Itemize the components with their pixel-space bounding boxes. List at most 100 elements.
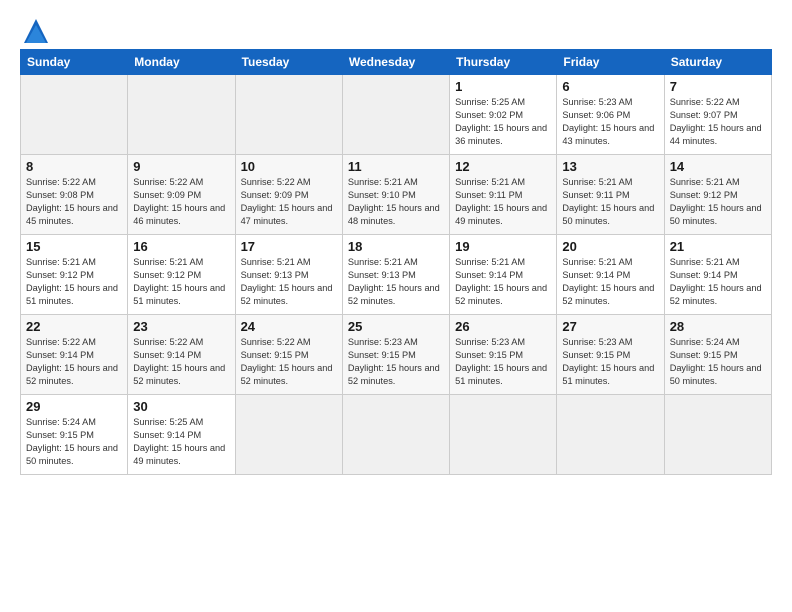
day-number: 19 [455,239,551,254]
calendar-page: SundayMondayTuesdayWednesdayThursdayFrid… [0,0,792,612]
day-info: Sunrise: 5:22 AMSunset: 9:09 PMDaylight:… [133,177,225,226]
header [20,15,772,43]
day-number: 18 [348,239,444,254]
day-info: Sunrise: 5:21 AMSunset: 9:11 PMDaylight:… [562,177,654,226]
day-number: 16 [133,239,229,254]
calendar-cell [21,75,128,155]
calendar-cell: 21Sunrise: 5:21 AMSunset: 9:14 PMDayligh… [664,235,771,315]
day-number: 7 [670,79,766,94]
calendar-cell: 28Sunrise: 5:24 AMSunset: 9:15 PMDayligh… [664,315,771,395]
calendar-cell: 25 Sunrise: 5:23 AMSunset: 9:15 PMDayligh… [342,315,449,395]
day-info: Sunrise: 5:21 AMSunset: 9:12 PMDaylight:… [670,177,762,226]
calendar-week-2: 15 Sunrise: 5:21 AMSunset: 9:12 PMDayligh… [21,235,772,315]
day-info: Sunrise: 5:22 AMSunset: 9:08 PMDaylight:… [26,177,118,226]
calendar-cell [557,395,664,475]
calendar-cell: 16Sunrise: 5:21 AMSunset: 9:12 PMDayligh… [128,235,235,315]
weekday-header-wednesday: Wednesday [342,50,449,75]
day-number: 8 [26,159,122,174]
calendar-cell: 14 Sunrise: 5:21 AMSunset: 9:12 PMDayligh… [664,155,771,235]
calendar-cell: 23 Sunrise: 5:22 AMSunset: 9:14 PMDayligh… [128,315,235,395]
weekday-header-saturday: Saturday [664,50,771,75]
day-info: Sunrise: 5:21 AMSunset: 9:13 PMDaylight:… [348,257,440,306]
day-info: Sunrise: 5:25 AMSunset: 9:02 PMDaylight:… [455,97,547,146]
calendar-cell: 1 Sunrise: 5:25 AMSunset: 9:02 PMDaylight… [450,75,557,155]
calendar-cell: 6 Sunrise: 5:23 AMSunset: 9:06 PMDaylight… [557,75,664,155]
calendar-cell: 17 Sunrise: 5:21 AMSunset: 9:13 PMDayligh… [235,235,342,315]
calendar-week-1: 8 Sunrise: 5:22 AMSunset: 9:08 PMDaylight… [21,155,772,235]
calendar-cell: 12 Sunrise: 5:21 AMSunset: 9:11 PMDayligh… [450,155,557,235]
calendar-cell: 10 Sunrise: 5:22 AMSunset: 9:09 PMDayligh… [235,155,342,235]
calendar-cell: 22 Sunrise: 5:22 AMSunset: 9:14 PMDayligh… [21,315,128,395]
day-info: Sunrise: 5:21 AMSunset: 9:13 PMDaylight:… [241,257,333,306]
calendar-cell: 11 Sunrise: 5:21 AMSunset: 9:10 PMDayligh… [342,155,449,235]
day-info: Sunrise: 5:24 AMSunset: 9:15 PMDaylight:… [26,417,118,466]
calendar-cell: 30 Sunrise: 5:25 AMSunset: 9:14 PMDayligh… [128,395,235,475]
weekday-header-tuesday: Tuesday [235,50,342,75]
day-number: 25 [348,319,444,334]
day-info: Sunrise: 5:22 AMSunset: 9:15 PMDaylight:… [241,337,333,386]
day-number: 9 [133,159,229,174]
logo [20,15,52,43]
day-info: Sunrise: 5:21 AMSunset: 9:11 PMDaylight:… [455,177,547,226]
day-info: Sunrise: 5:21 AMSunset: 9:10 PMDaylight:… [348,177,440,226]
day-number: 10 [241,159,337,174]
day-number: 30 [133,399,229,414]
calendar-cell: 7 Sunrise: 5:22 AMSunset: 9:07 PMDaylight… [664,75,771,155]
weekday-header-row: SundayMondayTuesdayWednesdayThursdayFrid… [21,50,772,75]
weekday-header-thursday: Thursday [450,50,557,75]
day-info: Sunrise: 5:22 AMSunset: 9:14 PMDaylight:… [133,337,225,386]
day-number: 1 [455,79,551,94]
calendar-cell: 29 Sunrise: 5:24 AMSunset: 9:15 PMDayligh… [21,395,128,475]
calendar-cell: 15 Sunrise: 5:21 AMSunset: 9:12 PMDayligh… [21,235,128,315]
calendar-cell: 27 Sunrise: 5:23 AMSunset: 9:15 PMDayligh… [557,315,664,395]
calendar-cell: 24 Sunrise: 5:22 AMSunset: 9:15 PMDayligh… [235,315,342,395]
calendar-cell: 9 Sunrise: 5:22 AMSunset: 9:09 PMDaylight… [128,155,235,235]
day-number: 29 [26,399,122,414]
day-info: Sunrise: 5:21 AMSunset: 9:14 PMDaylight:… [455,257,547,306]
calendar-cell [342,395,449,475]
day-number: 11 [348,159,444,174]
weekday-header-sunday: Sunday [21,50,128,75]
calendar-week-0: 1 Sunrise: 5:25 AMSunset: 9:02 PMDaylight… [21,75,772,155]
calendar-cell [450,395,557,475]
weekday-header-monday: Monday [128,50,235,75]
day-info: Sunrise: 5:22 AMSunset: 9:07 PMDaylight:… [670,97,762,146]
day-number: 6 [562,79,658,94]
day-info: Sunrise: 5:24 AMSunset: 9:15 PMDaylight:… [670,337,762,386]
day-number: 12 [455,159,551,174]
calendar-cell [664,395,771,475]
day-info: Sunrise: 5:25 AMSunset: 9:14 PMDaylight:… [133,417,225,466]
day-info: Sunrise: 5:22 AMSunset: 9:14 PMDaylight:… [26,337,118,386]
calendar-cell [235,395,342,475]
day-number: 17 [241,239,337,254]
day-number: 13 [562,159,658,174]
weekday-header-friday: Friday [557,50,664,75]
calendar-table: SundayMondayTuesdayWednesdayThursdayFrid… [20,49,772,475]
day-info: Sunrise: 5:23 AMSunset: 9:15 PMDaylight:… [562,337,654,386]
calendar-cell: 13 Sunrise: 5:21 AMSunset: 9:11 PMDayligh… [557,155,664,235]
day-info: Sunrise: 5:23 AMSunset: 9:06 PMDaylight:… [562,97,654,146]
calendar-cell [128,75,235,155]
calendar-cell [342,75,449,155]
calendar-cell [235,75,342,155]
day-number: 26 [455,319,551,334]
day-number: 14 [670,159,766,174]
day-number: 24 [241,319,337,334]
day-number: 20 [562,239,658,254]
calendar-cell: 26Sunrise: 5:23 AMSunset: 9:15 PMDayligh… [450,315,557,395]
day-number: 15 [26,239,122,254]
calendar-cell: 18 Sunrise: 5:21 AMSunset: 9:13 PMDayligh… [342,235,449,315]
calendar-cell: 20 Sunrise: 5:21 AMSunset: 9:14 PMDayligh… [557,235,664,315]
calendar-week-4: 29 Sunrise: 5:24 AMSunset: 9:15 PMDayligh… [21,395,772,475]
day-info: Sunrise: 5:22 AMSunset: 9:09 PMDaylight:… [241,177,333,226]
day-number: 23 [133,319,229,334]
calendar-week-3: 22 Sunrise: 5:22 AMSunset: 9:14 PMDayligh… [21,315,772,395]
day-number: 27 [562,319,658,334]
day-info: Sunrise: 5:23 AMSunset: 9:15 PMDaylight:… [348,337,440,386]
day-number: 22 [26,319,122,334]
day-info: Sunrise: 5:21 AMSunset: 9:14 PMDaylight:… [562,257,654,306]
calendar-cell: 19 Sunrise: 5:21 AMSunset: 9:14 PMDayligh… [450,235,557,315]
day-info: Sunrise: 5:21 AMSunset: 9:12 PMDaylight:… [26,257,118,306]
logo-icon [20,15,48,43]
day-number: 21 [670,239,766,254]
